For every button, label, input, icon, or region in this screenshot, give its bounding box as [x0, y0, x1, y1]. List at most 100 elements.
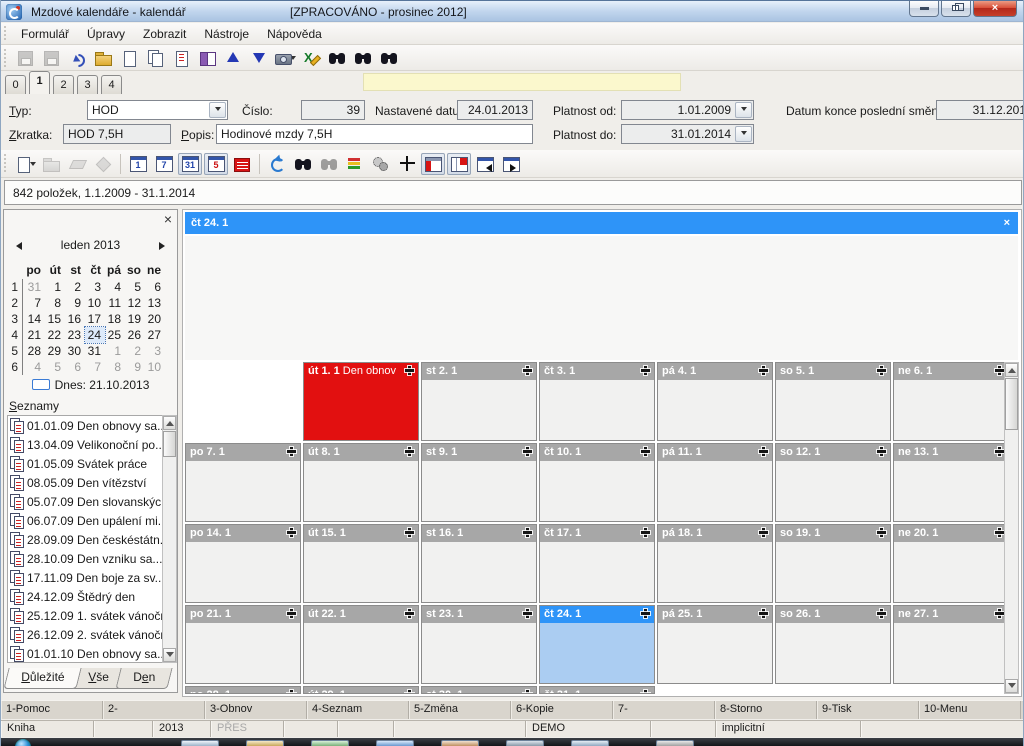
day-cell-header[interactable]: po 14. 1 [186, 525, 300, 542]
close-button[interactable]: × [973, 1, 1017, 17]
minimize-button[interactable] [909, 1, 939, 17]
list-item[interactable]: 06.07.09 Den upálení mi... [8, 511, 175, 530]
taskbar-app-button[interactable] [376, 740, 414, 746]
taskbar-app-button[interactable] [246, 740, 284, 746]
mini-calendar-day[interactable]: 2 [125, 343, 145, 359]
mini-calendar-day[interactable]: 12 [125, 295, 145, 311]
list-tab-důležité[interactable]: Důležité [3, 668, 82, 689]
day-cell[interactable]: út 22. 1 [303, 605, 419, 684]
day-cell[interactable]: pá 4. 1 [657, 362, 773, 441]
day-cell[interactable]: po 7. 1 [185, 443, 301, 522]
day-cell-header[interactable]: pá 18. 1 [658, 525, 772, 542]
view-day-button[interactable] [126, 153, 150, 175]
day-cell[interactable]: st 2. 1 [421, 362, 537, 441]
day-cell-header[interactable]: po 28. 1 [186, 687, 300, 694]
taskbar-app-button[interactable] [311, 740, 349, 746]
mini-calendar-day[interactable]: 10 [85, 295, 105, 311]
next-period-button[interactable] [499, 153, 523, 175]
day-cell[interactable]: čt 17. 1 [539, 524, 655, 603]
settings-gears-button[interactable] [369, 153, 393, 175]
add-item-icon[interactable] [759, 366, 768, 375]
function-key-7[interactable]: 7- [613, 701, 715, 719]
add-item-icon[interactable] [405, 447, 414, 456]
menu-item-0[interactable]: Formulář [12, 24, 78, 44]
mini-calendar-day[interactable]: 31 [85, 343, 105, 359]
mini-calendar-day[interactable]: 15 [45, 311, 65, 327]
day-cell-header[interactable]: so 12. 1 [776, 444, 890, 461]
list-item[interactable]: 01.01.10 Den obnovy sa... [8, 644, 175, 663]
record-tab-4[interactable]: 4 [101, 75, 122, 94]
add-item-icon[interactable] [877, 366, 886, 375]
day-cell-header[interactable]: so 26. 1 [776, 606, 890, 623]
add-item-icon[interactable] [759, 447, 768, 456]
add-item-icon[interactable] [523, 447, 532, 456]
start-orb-icon[interactable] [15, 739, 31, 746]
platnost-od-dropdown-button[interactable] [735, 102, 752, 118]
view-list-button[interactable] [230, 153, 254, 175]
panel-close-icon[interactable]: × [164, 212, 172, 226]
list-item[interactable]: 08.05.09 Den vítězství [8, 473, 175, 492]
inline-edit-field[interactable] [363, 73, 681, 91]
taskbar-app-button[interactable] [656, 740, 694, 746]
new-item-button[interactable] [13, 153, 37, 175]
typ-combobox[interactable]: HOD [87, 100, 228, 120]
mini-calendar-day[interactable]: 21 [25, 327, 45, 343]
day-cell-header[interactable]: ne 13. 1 [894, 444, 1008, 461]
find-button[interactable] [325, 47, 349, 69]
mini-calendar-day[interactable]: 9 [125, 359, 145, 375]
taskbar-app-button[interactable] [506, 740, 544, 746]
mini-calendar-day[interactable]: 8 [105, 359, 125, 375]
day-cell[interactable]: st 16. 1 [421, 524, 537, 603]
menu-item-1[interactable]: Úpravy [78, 24, 134, 44]
add-item-icon[interactable] [877, 528, 886, 537]
day-cell-header[interactable]: po 7. 1 [186, 444, 300, 461]
copy-button[interactable] [143, 47, 167, 69]
record-tab-3[interactable]: 3 [77, 75, 98, 94]
day-cell-header[interactable]: st 9. 1 [422, 444, 536, 461]
function-key-5[interactable]: 5-Změna [409, 701, 511, 719]
view-month-button[interactable] [178, 153, 202, 175]
list-item[interactable]: 13.04.09 Velikonoční po... [8, 435, 175, 454]
add-item-icon[interactable] [287, 447, 296, 456]
book-button[interactable] [195, 47, 219, 69]
day-cell-header[interactable]: so 19. 1 [776, 525, 890, 542]
scrollbar-thumb[interactable] [163, 431, 176, 457]
day-cell[interactable]: pá 18. 1 [657, 524, 773, 603]
zkratka-field[interactable]: HOD 7,5H [63, 124, 171, 144]
find-next-button[interactable] [351, 47, 375, 69]
function-key-4[interactable]: 4-Seznam [307, 701, 409, 719]
add-item-icon[interactable] [523, 690, 532, 694]
list-item[interactable]: 17.11.09 Den boje za sv... [8, 568, 175, 587]
day-cell-header[interactable]: ne 27. 1 [894, 606, 1008, 623]
record-tab-2[interactable]: 2 [53, 75, 74, 94]
list-item[interactable]: 24.12.09 Štědrý den [8, 587, 175, 606]
mini-calendar-day[interactable]: 30 [65, 343, 85, 359]
list-tab-den[interactable]: Den [115, 668, 172, 689]
platnost-do-field[interactable]: 31.01.2014 [621, 124, 754, 144]
mini-calendar-day[interactable]: 22 [45, 327, 65, 343]
add-item-icon[interactable] [405, 528, 414, 537]
mini-calendar-day[interactable]: 1 [45, 279, 65, 295]
add-item-icon[interactable] [877, 447, 886, 456]
add-item-icon[interactable] [641, 609, 650, 618]
day-cell[interactable]: út 29. 1 [303, 686, 419, 694]
mini-calendar-day[interactable]: 11 [105, 295, 125, 311]
add-item-icon[interactable] [523, 609, 532, 618]
mini-calendar-day[interactable]: 31 [25, 279, 45, 295]
mini-calendar-day[interactable]: 5 [45, 359, 65, 375]
add-item-icon[interactable] [405, 609, 414, 618]
day-cell[interactable]: ne 6. 1 [893, 362, 1009, 441]
add-item-icon[interactable] [995, 609, 1004, 618]
day-detail-area[interactable] [185, 236, 1018, 360]
mini-calendar-day[interactable]: 23 [65, 327, 85, 343]
function-key-9[interactable]: 9-Tisk [817, 701, 919, 719]
add-item-icon[interactable] [995, 447, 1004, 456]
list-item[interactable]: 25.12.09 1. svátek vánoční [8, 606, 175, 625]
add-item-icon[interactable] [287, 690, 296, 694]
find-calendar-button[interactable] [291, 153, 315, 175]
list-item[interactable]: 28.09.09 Den českéstátn... [8, 530, 175, 549]
mini-calendar-day[interactable]: 1 [105, 343, 125, 359]
selected-day-bar[interactable]: čt 24. 1 × [185, 212, 1018, 234]
day-cell-header[interactable]: čt 31. 1 [540, 687, 654, 694]
day-cell[interactable]: pá 11. 1 [657, 443, 773, 522]
